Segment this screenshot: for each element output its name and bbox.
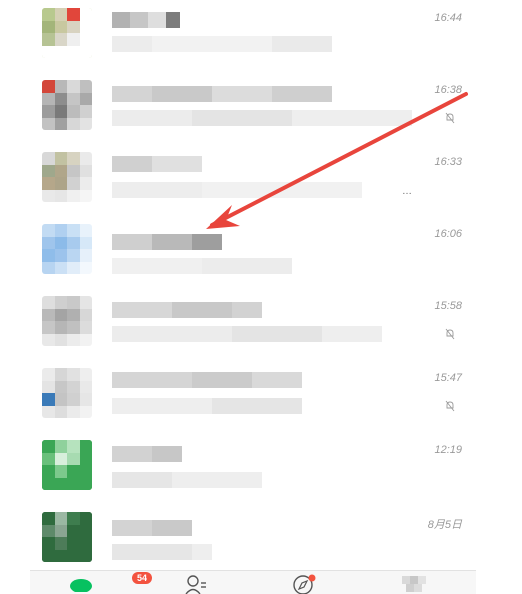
right-margin <box>492 0 522 594</box>
chat-list-item-highlighted[interactable]: 16:06 <box>30 214 476 287</box>
chat-time: 15:58 <box>434 300 462 312</box>
chat-preview-redacted <box>112 326 382 342</box>
chat-preview-redacted <box>112 258 292 274</box>
avatar <box>42 512 92 562</box>
chat-time: 15:47 <box>434 372 462 384</box>
chat-time: 16:33 <box>434 156 462 168</box>
chat-name-redacted <box>112 234 222 250</box>
chat-list-item[interactable]: 16:33 … <box>30 142 476 215</box>
chat-list: 16:44 16:38 16:33 … 16:06 15:58 15:47 12… <box>30 0 476 574</box>
avatar <box>42 368 92 418</box>
chat-list-item[interactable]: 15:58 <box>30 286 476 359</box>
chat-name-redacted <box>112 86 332 102</box>
chat-preview-redacted <box>112 182 362 198</box>
chat-name-redacted <box>112 156 202 172</box>
chat-name-redacted <box>112 446 182 462</box>
unread-badge: 54 <box>132 572 153 584</box>
mute-bell-icon <box>445 328 455 340</box>
chat-preview-redacted <box>112 110 412 126</box>
tab-chats[interactable]: 54 <box>68 572 153 594</box>
chat-list-item[interactable]: 15:47 <box>30 358 476 431</box>
left-margin <box>0 0 30 594</box>
chat-name-redacted <box>112 12 180 28</box>
chat-name-redacted <box>112 372 302 388</box>
chat-preview-redacted <box>112 472 262 488</box>
chat-name-redacted <box>112 520 192 536</box>
chat-preview-redacted <box>112 36 332 52</box>
tab-contacts[interactable] <box>184 574 208 594</box>
me-tab-icon <box>402 576 426 592</box>
chat-preview-redacted <box>112 544 212 560</box>
chat-time: 16:06 <box>434 228 462 240</box>
chat-list-item[interactable]: 8月5日 <box>30 502 476 574</box>
chat-list-item[interactable]: 12:19 <box>30 430 476 503</box>
chat-time: 8月5日 <box>427 519 462 531</box>
chat-time: 16:38 <box>434 84 462 96</box>
contacts-tab-icon <box>185 575 206 594</box>
avatar <box>42 224 92 274</box>
wechat-chat-screen: 16:44 16:38 16:33 … 16:06 15:58 15:47 12… <box>30 0 476 594</box>
chat-name-redacted <box>112 302 262 318</box>
chat-preview-ellipsis: … <box>402 186 412 197</box>
avatar <box>42 440 92 490</box>
avatar <box>42 80 92 130</box>
chat-list-item[interactable]: 16:44 <box>30 0 476 71</box>
chats-tab-icon <box>70 579 92 593</box>
discover-tab-icon <box>293 574 316 594</box>
bottom-tab-bar: 54 <box>30 570 476 594</box>
tab-me[interactable] <box>402 574 432 594</box>
chat-time: 16:44 <box>434 12 462 24</box>
avatar <box>42 296 92 346</box>
chat-time: 12:19 <box>434 444 462 456</box>
mute-bell-icon <box>445 400 455 412</box>
chat-preview-redacted <box>112 398 302 414</box>
tab-discover[interactable] <box>292 574 316 594</box>
avatar <box>42 152 92 202</box>
avatar <box>42 8 92 58</box>
chat-list-item[interactable]: 16:38 <box>30 70 476 143</box>
mute-bell-icon <box>445 112 455 124</box>
